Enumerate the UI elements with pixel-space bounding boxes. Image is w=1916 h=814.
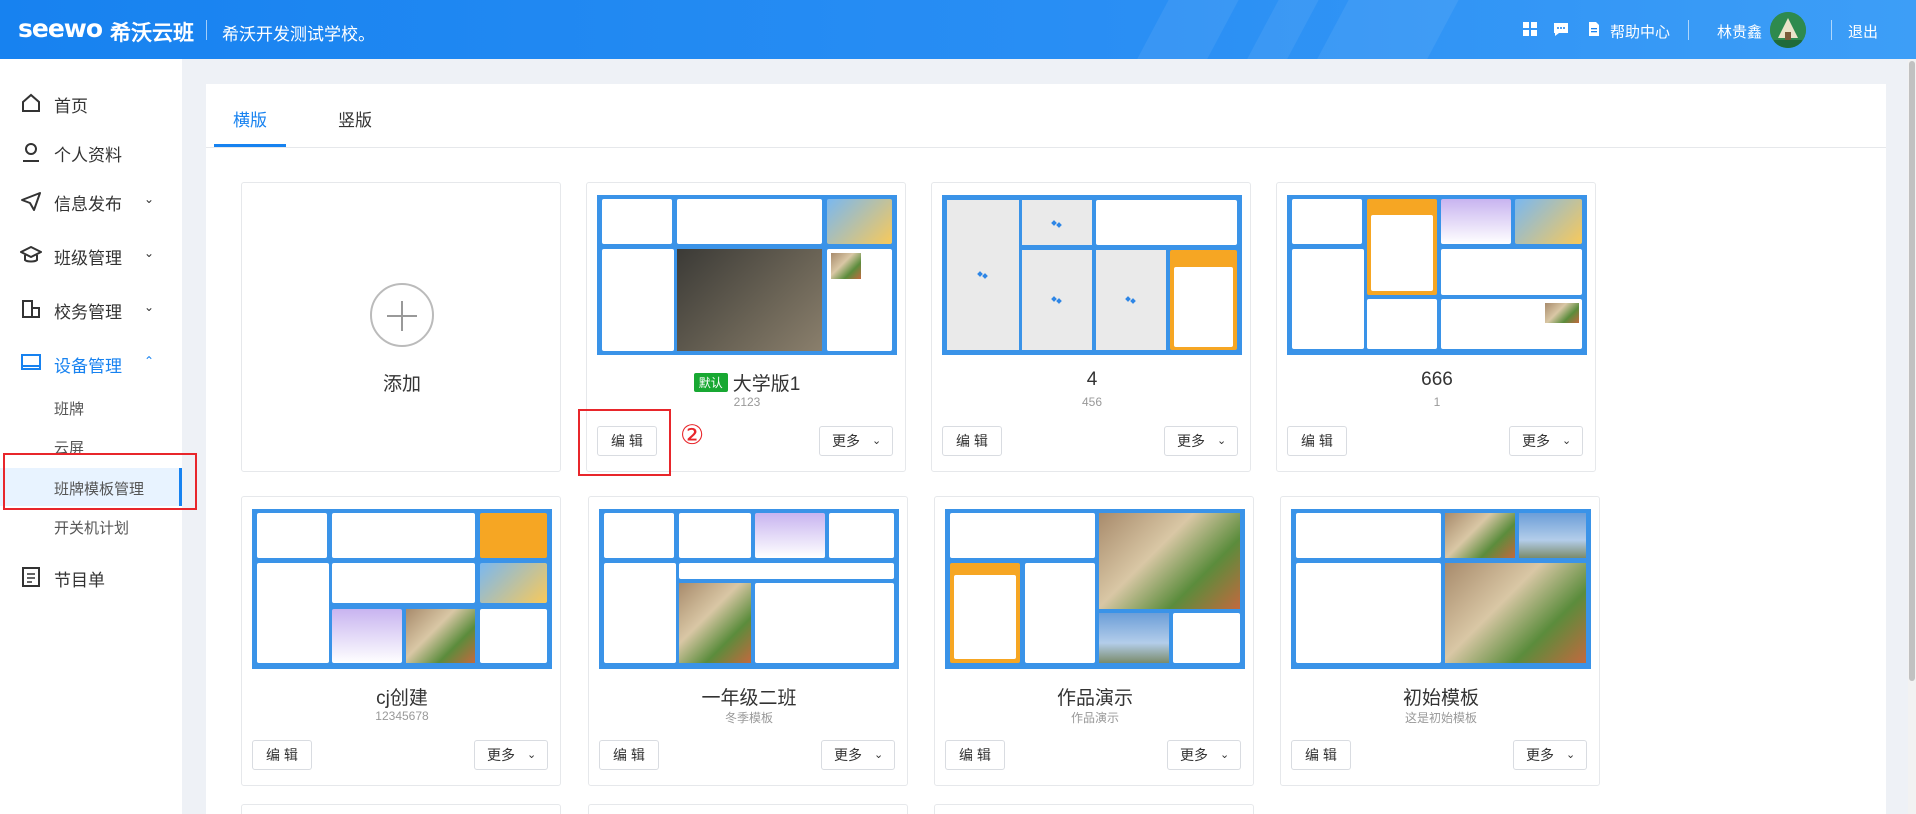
add-template-card[interactable]: 添加 [241, 182, 561, 472]
template-thumbnail [942, 195, 1242, 355]
more-dropdown[interactable]: 更多 ⌄ [1164, 426, 1238, 456]
graduation-icon [20, 244, 42, 266]
main-panel: 横版 竖版 添加 默认 大学版1 2123 编 辑 更多 ⌄ 4 456 编 辑… [206, 84, 1886, 814]
user-name[interactable]: 林贵鑫 [1717, 21, 1762, 42]
tab-indicator [214, 144, 286, 147]
user-icon [20, 141, 42, 163]
document-icon[interactable] [1586, 21, 1602, 37]
template-description: 这是初始模板 [1404, 711, 1477, 725]
chevron-down-icon: ⌄ [1217, 435, 1227, 447]
template-name: 初始模板 [1402, 688, 1479, 709]
chevron-down-icon: ⌄ [144, 192, 155, 206]
office-icon [20, 298, 42, 320]
edit-button[interactable]: 编 辑 [942, 426, 1002, 456]
top-bar: seewo 希沃云班 希沃开发测试学校。 帮助中心 林贵鑫 退出 [0, 0, 1916, 59]
template-card[interactable]: 一年级二班 冬季模板 编 辑 更多 ⌄ [588, 496, 908, 786]
scrollbar[interactable] [1908, 59, 1916, 814]
chevron-down-icon: ⌄ [1220, 749, 1230, 761]
sidebar: 首页 个人资料 信息发布 ⌄ 班级管理 ⌄ 校务管理 ⌄ 设备管理 ⌃ 班牌 云… [0, 59, 182, 814]
chevron-down-icon: ⌄ [144, 300, 155, 314]
apps-icon[interactable] [1522, 21, 1538, 37]
edit-button[interactable]: 编 辑 [1287, 426, 1347, 456]
chevron-down-icon: ⌄ [527, 749, 537, 761]
chevron-down-icon: ⌄ [1562, 435, 1572, 447]
chevron-up-icon: ⌃ [144, 354, 155, 368]
sidebar-item-device[interactable]: 设备管理 ⌃ [0, 341, 182, 381]
more-dropdown[interactable]: 更多 ⌄ [1509, 426, 1583, 456]
sidebar-sub-power-plan[interactable]: 开关机计划 [0, 507, 182, 545]
template-thumbnail [1291, 509, 1591, 669]
default-badge: 默认 [693, 373, 728, 392]
template-name: 默认 大学版1 [587, 369, 907, 396]
template-thumbnail [945, 509, 1245, 669]
seewo-logo: seewo [18, 14, 103, 43]
template-thumbnail [1287, 195, 1587, 355]
edit-button[interactable]: 编 辑 [599, 740, 659, 770]
edit-button[interactable]: 编 辑 [252, 740, 312, 770]
chevron-down-icon: ⌄ [144, 246, 155, 260]
product-name: 希沃云班 [110, 22, 194, 45]
more-dropdown[interactable]: 更多 ⌄ [474, 740, 548, 770]
template-description: 冬季模板 [724, 711, 773, 725]
template-card[interactable]: 作品演示 作品演示 编 辑 更多 ⌄ [934, 496, 1254, 786]
sidebar-item-home[interactable]: 首页 [0, 81, 182, 121]
template-card[interactable]: 初始模板 这是初始模板 编 辑 更多 ⌄ [1280, 496, 1600, 786]
help-center-link[interactable]: 帮助中心 [1610, 21, 1670, 42]
template-name: 666 [1421, 369, 1453, 390]
template-name: 4 [1086, 369, 1098, 390]
edit-button[interactable]: 编 辑 [945, 740, 1005, 770]
tab-bar: 横版 竖版 [206, 84, 1886, 148]
template-card[interactable]: 4 456 编 辑 更多 ⌄ [931, 182, 1251, 472]
sidebar-item-class[interactable]: 班级管理 ⌄ [0, 233, 182, 273]
template-description: 12345678 [375, 709, 429, 723]
template-name: 作品演示 [1056, 688, 1133, 709]
template-description: 作品演示 [1070, 711, 1119, 725]
template-name: cj创建 [376, 688, 428, 709]
chevron-down-icon: ⌄ [1566, 749, 1576, 761]
school-name: 希沃开发测试学校。 [222, 25, 375, 44]
tab-horizontal[interactable]: 横版 [233, 106, 267, 131]
template-thumbnail [597, 195, 897, 355]
chevron-down-icon: ⌄ [874, 749, 884, 761]
template-card[interactable]: cj创建 12345678 编 辑 更多 ⌄ [241, 496, 561, 786]
more-dropdown[interactable]: 更多 ⌄ [819, 426, 893, 456]
template-card-partial [934, 804, 1254, 814]
template-card-partial [588, 804, 908, 814]
list-icon [20, 566, 42, 588]
annotation-box-2 [578, 409, 671, 476]
more-dropdown[interactable]: 更多 ⌄ [1513, 740, 1587, 770]
chevron-down-icon: ⌄ [872, 435, 882, 447]
send-icon [20, 190, 42, 212]
sidebar-item-school[interactable]: 校务管理 ⌄ [0, 287, 182, 327]
avatar[interactable] [1770, 12, 1806, 48]
template-description: 456 [1081, 395, 1103, 409]
template-description: 1 [1433, 395, 1441, 409]
template-description: 2123 [733, 395, 761, 409]
sidebar-item-program[interactable]: 节目单 [0, 555, 182, 595]
message-icon[interactable] [1553, 21, 1569, 37]
template-thumbnail [252, 509, 552, 669]
edit-button[interactable]: 编 辑 [1291, 740, 1351, 770]
sidebar-item-profile[interactable]: 个人资料 [0, 130, 182, 170]
add-label: 添加 [382, 374, 421, 395]
plus-icon [370, 283, 434, 347]
annotation-number-2: ② [680, 420, 705, 450]
sidebar-item-publish[interactable]: 信息发布 ⌄ [0, 179, 182, 219]
template-card-partial [241, 804, 561, 814]
more-dropdown[interactable]: 更多 ⌄ [1167, 740, 1241, 770]
sidebar-sub-banpai[interactable]: 班牌 [0, 388, 182, 426]
annotation-box-1 [3, 453, 197, 510]
template-name: 一年级二班 [701, 688, 797, 709]
tab-vertical[interactable]: 竖版 [338, 106, 372, 131]
more-dropdown[interactable]: 更多 ⌄ [821, 740, 895, 770]
template-thumbnail [599, 509, 899, 669]
logout-link[interactable]: 退出 [1848, 21, 1878, 42]
template-card[interactable]: 666 1 编 辑 更多 ⌄ [1276, 182, 1596, 472]
home-icon [20, 92, 42, 114]
monitor-icon [20, 352, 42, 374]
